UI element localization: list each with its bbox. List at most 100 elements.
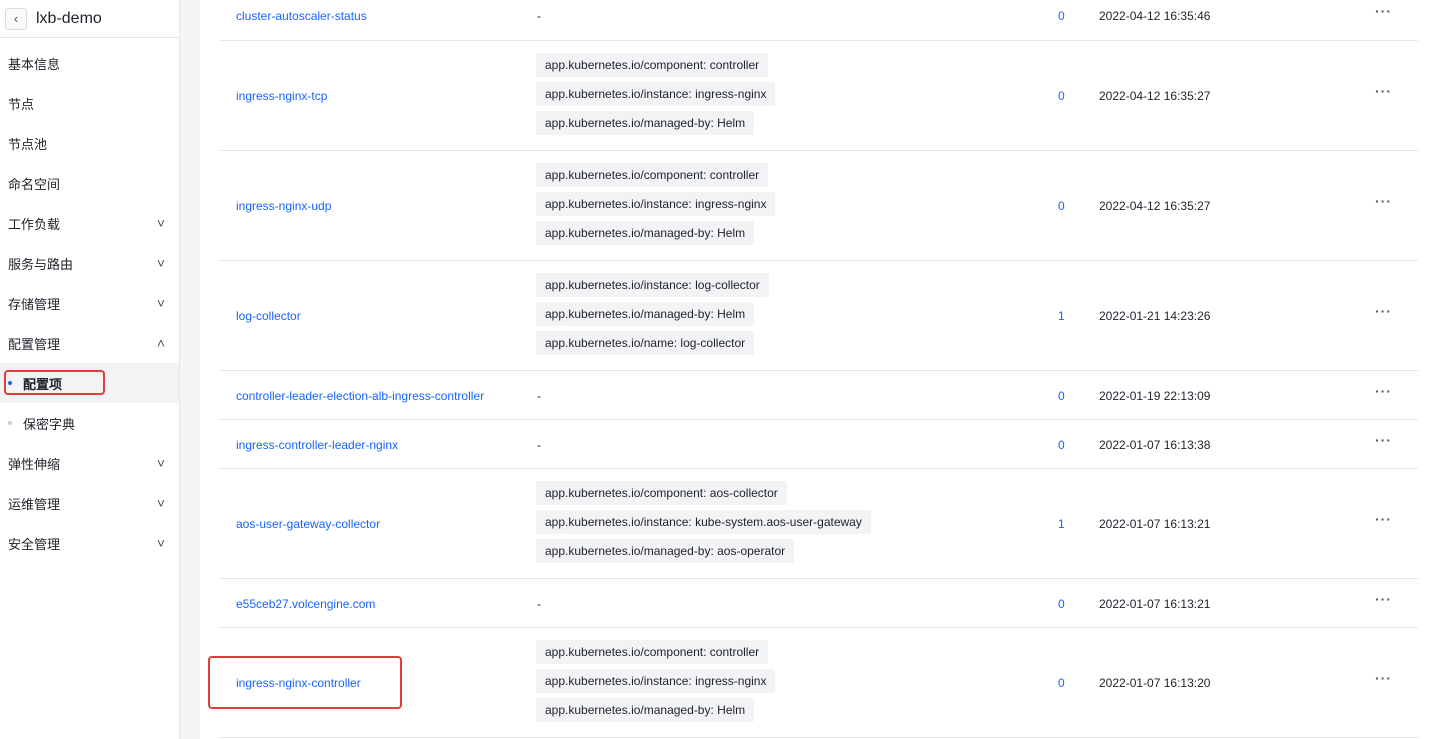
configmap-name-link[interactable]: aos-user-gateway-collector [236, 517, 380, 531]
labels-empty: - [537, 9, 541, 23]
data-count-link[interactable]: 0 [1058, 438, 1065, 452]
labels-cell: app.kubernetes.io/component: controller a… [536, 163, 924, 251]
configmap-table: cluster-autoscaler-status - 0 2022-04-12 16… [220, 0, 1418, 738]
created-time: 2022-01-19 22:13:09 [1099, 389, 1211, 403]
more-actions-icon[interactable]: ··· [1375, 432, 1392, 448]
more-actions-icon[interactable]: ··· [1375, 83, 1392, 99]
data-count-link[interactable]: 0 [1058, 199, 1065, 213]
label-tag: app.kubernetes.io/managed-by: Helm [536, 698, 755, 722]
data-count-link[interactable]: 0 [1058, 597, 1065, 611]
data-count-link[interactable]: 0 [1058, 676, 1065, 690]
configmap-name-link[interactable]: ingress-nginx-tcp [236, 89, 327, 103]
created-time: 2022-04-12 16:35:27 [1099, 89, 1211, 103]
labels-cell: app.kubernetes.io/instance: log-collecto… [536, 273, 924, 361]
sidebar-item-10[interactable]: 弹性伸缩 ˅ [0, 443, 179, 483]
table-row: ingress-nginx-tcp app.kubernetes.io/compo… [220, 41, 1418, 151]
chevron-up-icon: ˄ [156, 335, 165, 351]
data-count-link[interactable]: 1 [1058, 517, 1065, 531]
sidebar-item-label: 安全管理 [8, 536, 61, 552]
more-actions-icon[interactable]: ··· [1375, 303, 1392, 319]
labels-cell: app.kubernetes.io/component: controller a… [536, 640, 924, 728]
sidebar-item-label: 节点池 [8, 136, 48, 152]
configmap-name-link[interactable]: ingress-nginx-udp [236, 199, 331, 213]
table-row: ingress-nginx-udp app.kubernetes.io/compo… [220, 151, 1418, 261]
sidebar-item-label: 弹性伸缩 [8, 456, 61, 472]
label-tag: app.kubernetes.io/component: controller [536, 640, 769, 664]
more-actions-icon[interactable]: ··· [1375, 383, 1392, 399]
sidebar-item-12[interactable]: 安全管理 ˅ [0, 523, 179, 563]
sidebar-item-1[interactable]: 节点 [0, 83, 179, 123]
more-actions-icon[interactable]: ··· [1375, 511, 1392, 527]
more-actions-icon[interactable]: ··· [1375, 670, 1392, 686]
label-tag: app.kubernetes.io/instance: ingress-ngin… [536, 669, 776, 693]
table-row: log-collector app.kubernetes.io/instance:… [220, 261, 1418, 371]
configmap-name-link[interactable]: controller-leader-election-alb-ingress-c… [236, 389, 484, 403]
label-tag: app.kubernetes.io/component: controller [536, 53, 769, 77]
app-root: ‹ lxb-demo 基本信息 节点 节点池 命名空间 工作负载 ˅ 服务与路由 ˅ 存储管理 ˅… [0, 0, 1436, 739]
label-tag: app.kubernetes.io/managed-by: aos-operat… [536, 539, 795, 563]
configmap-name-link[interactable]: ingress-nginx-controller [236, 676, 361, 690]
created-time: 2022-04-12 16:35:27 [1099, 199, 1211, 213]
chevron-down-icon: ˅ [156, 455, 165, 471]
created-time: 2022-01-07 16:13:38 [1099, 438, 1211, 452]
data-count-link[interactable]: 1 [1058, 309, 1065, 323]
configmap-name-link[interactable]: e55ceb27.volcengine.com [236, 597, 375, 611]
created-time: 2022-01-07 16:13:20 [1099, 676, 1211, 690]
table-row: ingress-controller-leader-nginx - 0 2022-01… [220, 420, 1418, 469]
sidebar-item-label: 运维管理 [8, 496, 61, 512]
chevron-down-icon: ˅ [156, 535, 165, 551]
label-tag: app.kubernetes.io/managed-by: Helm [536, 302, 755, 326]
chevron-left-icon: ‹ [13, 11, 19, 26]
label-tag: app.kubernetes.io/instance: log-collecto… [536, 273, 769, 297]
sidebar-menu: 基本信息 节点 节点池 命名空间 工作负载 ˅ 服务与路由 ˅ 存储管理 ˅ 配置管理 ˄ 配置项 保密字… [0, 43, 179, 563]
more-actions-icon[interactable]: ··· [1375, 193, 1392, 209]
sidebar-item-2[interactable]: 节点池 [0, 123, 179, 163]
data-count-link[interactable]: 0 [1058, 89, 1065, 103]
table-row: ingress-nginx-controller app.kubernetes.i… [220, 628, 1418, 738]
sidebar-item-6[interactable]: 存储管理 ˅ [0, 283, 179, 323]
sidebar-item-label: 配置管理 [8, 336, 61, 352]
sidebar-item-5[interactable]: 服务与路由 ˅ [0, 243, 179, 283]
sidebar-item-11[interactable]: 运维管理 ˅ [0, 483, 179, 523]
bullet-dot-icon [8, 381, 12, 385]
sidebar-item-label: 工作负载 [8, 216, 61, 232]
configmap-name-link[interactable]: log-collector [236, 309, 301, 323]
labels-cell: app.kubernetes.io/component: aos-collect… [536, 481, 924, 569]
cluster-title: lxb-demo [36, 9, 102, 27]
sidebar-item-7[interactable]: 配置管理 ˄ [0, 323, 179, 363]
labels-empty: - [537, 389, 541, 403]
created-time: 2022-01-07 16:13:21 [1099, 597, 1211, 611]
back-button[interactable]: ‹ [5, 7, 27, 30]
data-count-link[interactable]: 0 [1058, 9, 1065, 23]
sidebar-item-label: 节点 [8, 96, 35, 112]
sidebar-item-0[interactable]: 基本信息 [0, 43, 179, 83]
labels-empty: - [537, 597, 541, 611]
label-tag: app.kubernetes.io/component: controller [536, 163, 769, 187]
chevron-down-icon: ˅ [156, 255, 165, 271]
data-count-link[interactable]: 0 [1058, 389, 1065, 403]
label-tag: app.kubernetes.io/instance: kube-system.… [536, 510, 871, 534]
sidebar-subitem-9[interactable]: 保密字典 [0, 403, 179, 443]
bullet-dot-icon [8, 421, 12, 425]
sidebar-item-4[interactable]: 工作负载 ˅ [0, 203, 179, 243]
table-row: aos-user-gateway-collector app.kubernetes… [220, 469, 1418, 579]
table-row: controller-leader-election-alb-ingress-c… [220, 371, 1418, 420]
table-row: e55ceb27.volcengine.com - 0 2022-01-07 16:1… [220, 579, 1418, 628]
labels-cell: app.kubernetes.io/component: controller a… [536, 53, 924, 141]
configmap-name-link[interactable]: cluster-autoscaler-status [236, 9, 367, 23]
sidebar-subitem-label: 保密字典 [23, 416, 76, 432]
sidebar-item-label: 基本信息 [8, 56, 61, 72]
sidebar-item-label: 服务与路由 [8, 256, 74, 272]
more-actions-icon[interactable]: ··· [1375, 591, 1392, 607]
main-content: cluster-autoscaler-status - 0 2022-04-12 16… [200, 0, 1436, 739]
sidebar-item-label: 命名空间 [8, 176, 61, 192]
sidebar-subitem-8[interactable]: 配置项 [0, 363, 179, 403]
configmap-name-link[interactable]: ingress-controller-leader-nginx [236, 438, 398, 452]
created-time: 2022-04-12 16:35:46 [1099, 9, 1211, 23]
sidebar-header: ‹ lxb-demo [0, 0, 179, 38]
chevron-down-icon: ˅ [156, 495, 165, 511]
sidebar-item-3[interactable]: 命名空间 [0, 163, 179, 203]
label-tag: app.kubernetes.io/component: aos-collect… [536, 481, 787, 505]
sidebar: ‹ lxb-demo 基本信息 节点 节点池 命名空间 工作负载 ˅ 服务与路由 ˅ 存储管理 ˅… [0, 0, 180, 739]
more-actions-icon[interactable]: ··· [1375, 3, 1392, 19]
